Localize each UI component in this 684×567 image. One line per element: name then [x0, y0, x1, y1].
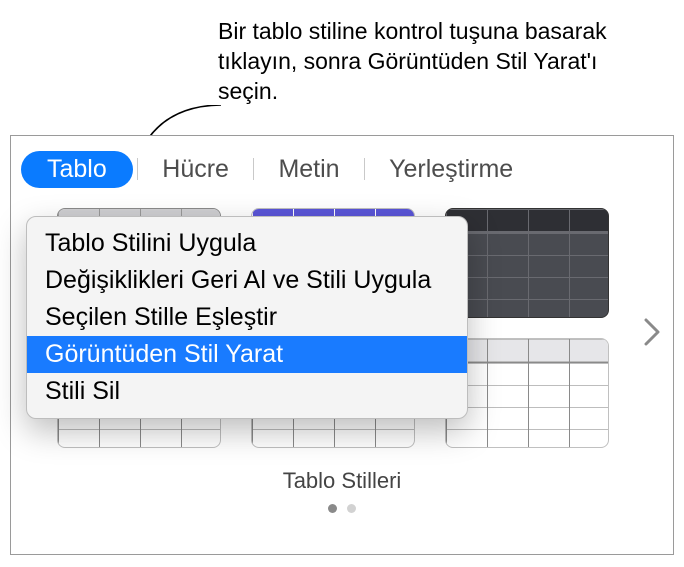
menu-create-style-from-view[interactable]: Görüntüden Stil Yarat [27, 336, 467, 373]
tab-cell[interactable]: Hücre [142, 149, 249, 190]
table-styles-caption: Tablo Stilleri [57, 468, 627, 494]
table-style-thumb[interactable] [445, 338, 609, 448]
chevron-right-icon[interactable] [637, 312, 667, 357]
callout-text: Bir tablo stiline kontrol tuşuna basarak… [218, 16, 658, 106]
page-indicator [57, 504, 627, 513]
table-style-thumb[interactable] [445, 208, 609, 318]
table-style-context-menu: Tablo Stilini Uygula Değişiklikleri Geri… [26, 216, 468, 419]
tab-bar: Tablo Hücre Metin Yerleştirme [11, 136, 673, 194]
menu-revert-apply-style[interactable]: Değişiklikleri Geri Al ve Stili Uygula [27, 262, 467, 299]
menu-apply-table-style[interactable]: Tablo Stilini Uygula [27, 225, 467, 262]
tab-table[interactable]: Tablo [21, 151, 133, 188]
tab-text[interactable]: Metin [258, 149, 359, 190]
page-dot[interactable] [347, 504, 356, 513]
page-dot[interactable] [328, 504, 337, 513]
tab-separator [253, 158, 255, 180]
tab-separator [137, 158, 139, 180]
tab-arrange[interactable]: Yerleştirme [369, 149, 533, 190]
menu-match-selected-style[interactable]: Seçilen Stille Eşleştir [27, 299, 467, 336]
tab-separator [364, 158, 366, 180]
menu-delete-style[interactable]: Stili Sil [27, 373, 467, 410]
